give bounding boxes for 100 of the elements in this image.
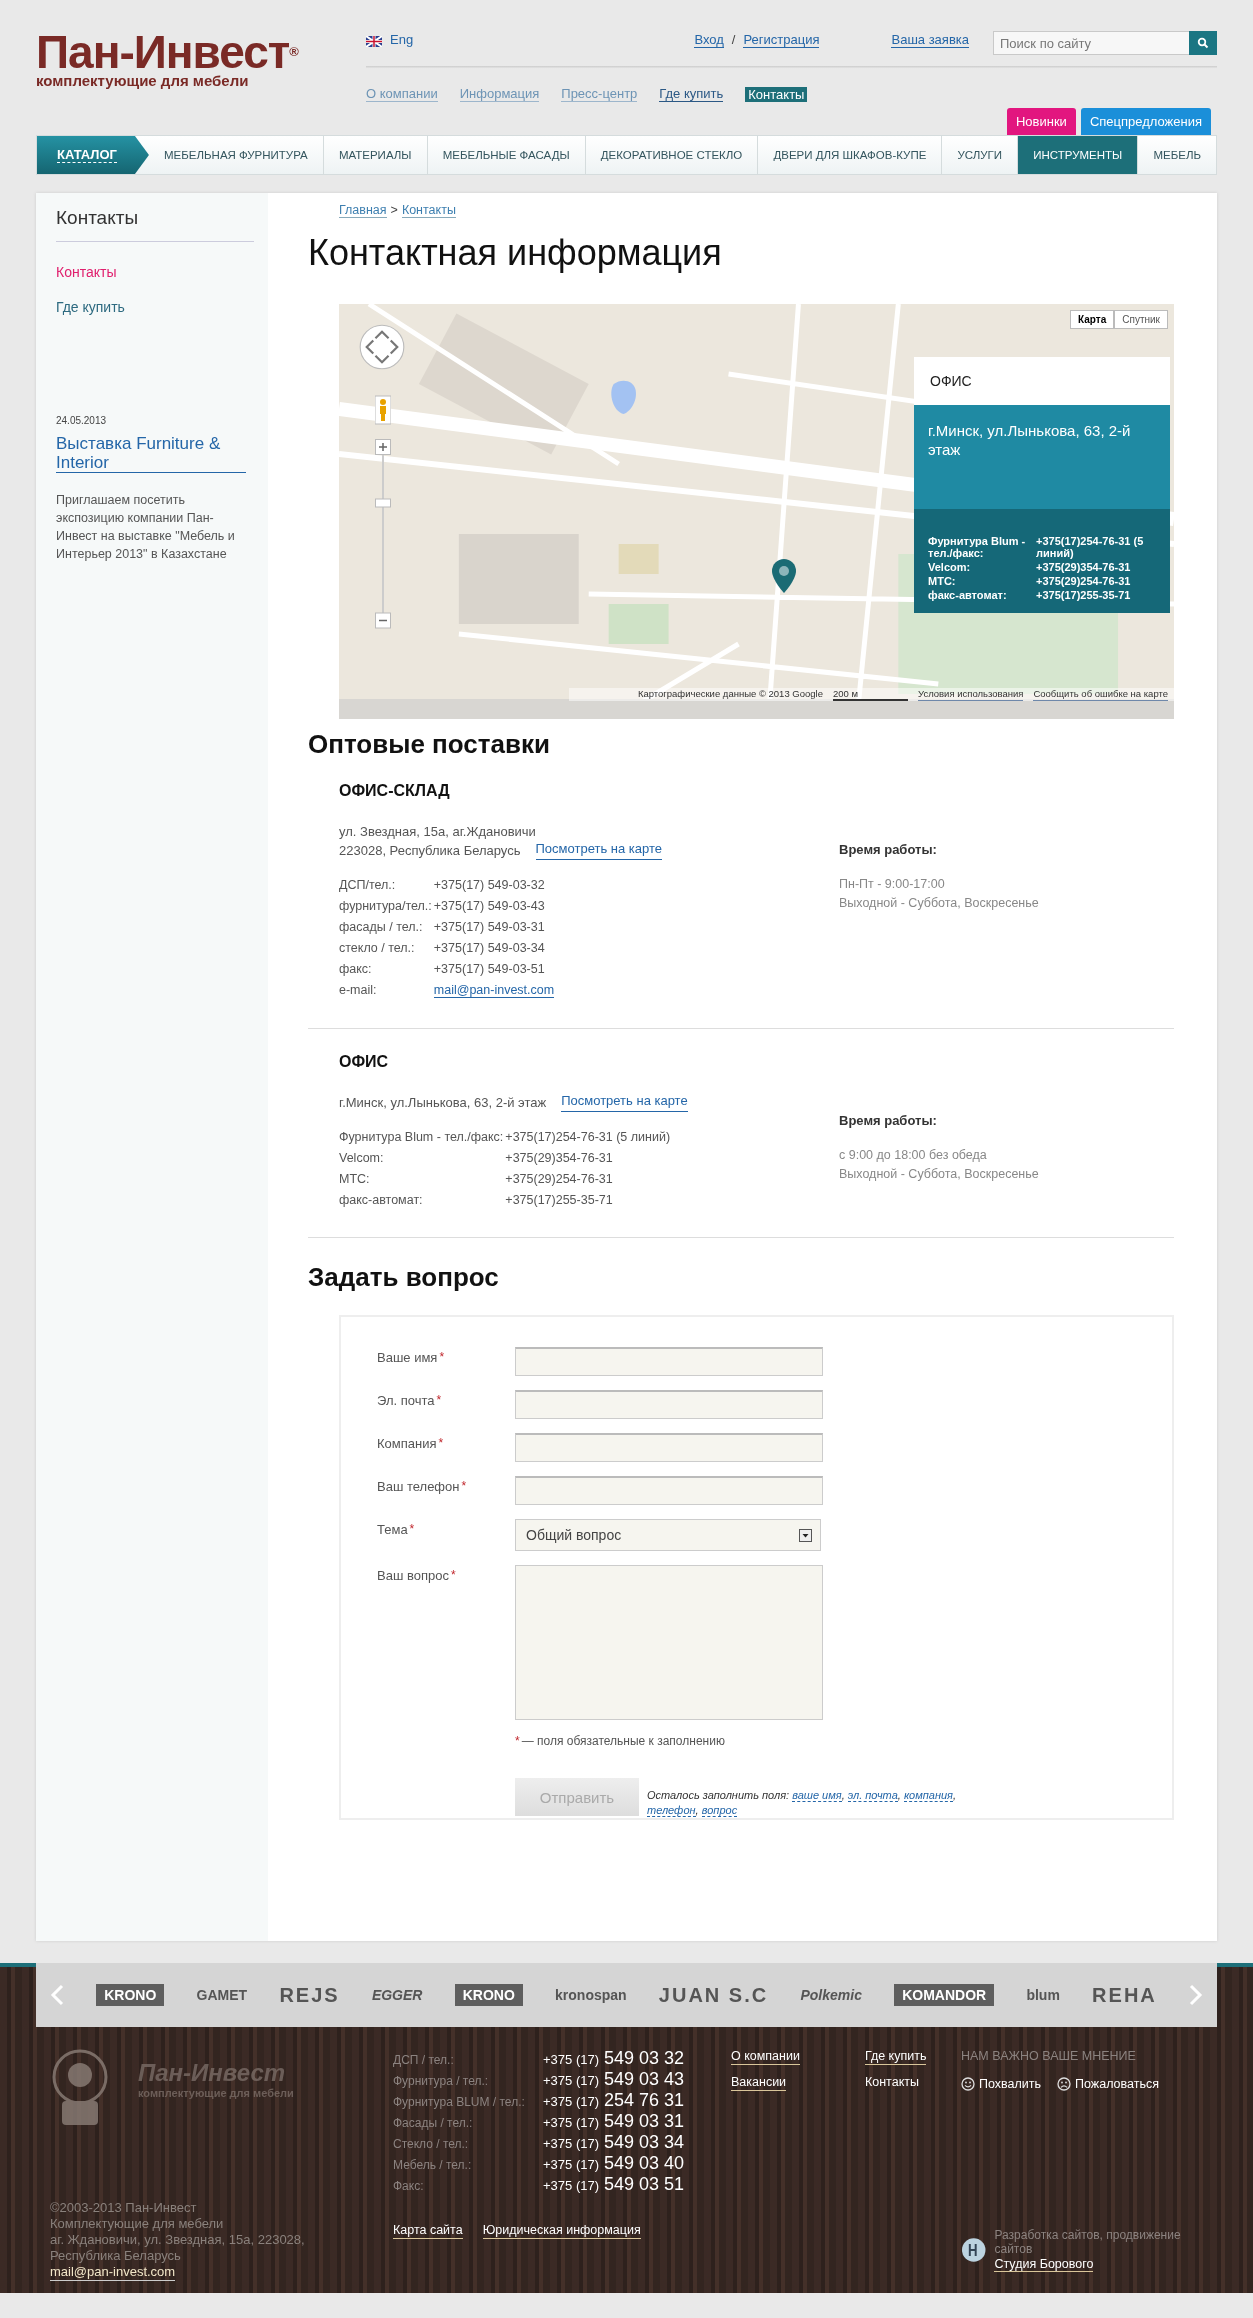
catalog-nav-tab[interactable]: ДВЕРИ ДЛЯ ШКАФОВ-КУПЕ [757,136,942,174]
input-field[interactable] [515,1347,823,1376]
email-link[interactable]: mail@pan-invest.com [433,983,555,998]
footer-link[interactable]: Вакансии [731,2075,787,2091]
language-link[interactable]: Eng [390,32,414,47]
catalog-nav-tab[interactable]: МЕБЕЛЬНЫЕ ФАСАДЫ [426,136,585,174]
copyright-text: Комплектующие для мебели [50,2216,225,2232]
developer-link[interactable]: Студия Борового [994,2257,1094,2272]
sidebar-item[interactable]: Контакты [56,264,248,280]
phone-label: Стекло / тел.: [393,2137,470,2151]
map-type-button[interactable]: Спутник [1114,310,1168,329]
catalog-nav-tab[interactable]: МЕБЕЛЬ [1137,136,1217,174]
list-separator: , [695,1804,699,1816]
brand-logo[interactable]: EGGER [371,1987,423,2003]
phone-label: ДСП / тел.: [393,2053,455,2067]
footer-link[interactable]: Где купить [864,2049,927,2065]
phone-number: +375(17) 549-03-34 [433,941,545,955]
footer-link[interactable]: Контакты [864,2075,919,2090]
brand-logo[interactable]: KRONO [96,1984,165,2006]
map-terms-link[interactable]: Условия использования [918,688,1024,701]
map-pan-icon[interactable] [358,323,406,371]
list-separator: , [953,1789,957,1801]
catalog-nav-tab[interactable]: МАТЕРИАЛЫ [322,136,427,174]
brand-logo[interactable]: KRONO [454,1984,523,2006]
remaining-field-link[interactable]: ваше имя [792,1789,842,1802]
zoom-slider-icon[interactable] [375,439,391,629]
brand-logo[interactable]: KOMANDOR [894,1984,995,2006]
complain-link[interactable]: Пожаловаться [1075,2077,1159,2091]
company-logo[interactable]: Пан-Инвест$^{®}$ комплектующие для мебели [36,30,366,102]
footer-link[interactable]: Юридическая информация [482,2223,641,2239]
login-link[interactable]: Вход [694,32,724,48]
news-title-link[interactable]: Выставка Furniture & Interior [56,434,246,473]
promo-tab[interactable]: Спецпредложения [1080,108,1211,135]
map-report-link[interactable]: Сообщить об ошибке на карте [1033,688,1168,701]
map-link[interactable]: Посмотреть на карте [535,841,662,860]
phone-label: факс: [339,962,373,976]
phone-label: e-mail: [339,983,378,998]
section-title: Задать вопрос [308,1262,500,1293]
brand-logo[interactable]: REHA [1092,1983,1157,2007]
required-note: — поля обязательные к заполнению [521,1734,725,1748]
map-scale: 200 м [832,688,908,701]
search-button[interactable] [1189,31,1217,55]
brand-logo[interactable]: blum [1026,1987,1060,2003]
question-textarea[interactable] [515,1565,823,1720]
phone-number: +375 (17) 549 03 40 [543,2154,686,2174]
news-date: 24.05.2013 [56,415,108,426]
phone-number: +375 (17) 549 03 34 [543,2133,686,2153]
separator-text: / [731,32,736,47]
phone-label: Velcom: [339,1151,385,1165]
required-mark: * [461,1479,467,1493]
footer-link[interactable]: Карта сайта [393,2223,463,2239]
phone-label: факс-автомат: [339,1193,424,1207]
remaining-field-link[interactable]: эл. почта [847,1789,898,1802]
promo-tab[interactable]: Новинки [1006,108,1076,135]
brand-logo[interactable]: GAMET [196,1987,248,2003]
phone-number: +375 (17) 549 03 32 [543,2049,686,2069]
phone-label: фурнитура/тел.: [339,899,433,913]
catalog-tab[interactable]: КАТАЛОГ [37,136,149,174]
phone-label: Фурнитура BLUM / тел.: [393,2095,526,2109]
flag-icon [366,36,382,47]
register-link[interactable]: Регистрация [743,32,820,48]
input-field[interactable] [515,1390,823,1419]
required-mark: * [438,1436,444,1450]
input-field[interactable] [515,1476,823,1505]
working-hours: Пн-Пт - 9:00-17:00 [839,876,946,893]
remaining-field-link[interactable]: компания [903,1789,953,1802]
brand-logo[interactable]: REJS [279,1983,340,2007]
brand-logo[interactable]: JUAN S.C [658,1983,769,2007]
catalog-nav-tab[interactable]: ИНСТРУМЕНТЫ [1017,136,1138,174]
office-name: ОФИС [339,1053,390,1071]
field-label: Тема [377,1522,408,1537]
breadcrumb-link[interactable]: Главная [339,203,387,218]
phone-number: +375(17) 549-03-32 [433,878,545,892]
map-link[interactable]: Посмотреть на карте [561,1093,688,1112]
pegman-icon[interactable] [375,395,391,425]
map-type-button[interactable]: Карта [1070,310,1115,329]
remaining-field-link[interactable]: вопрос [701,1804,738,1817]
top-nav-link[interactable]: Где купить [659,86,724,102]
copyright-text: ©2003-2013 Пан-Инвест [50,2200,198,2216]
office-address: г.Минск, ул.Лынькова, 63, 2-й этаж [339,1094,547,1112]
brand-logo[interactable]: kronospan [555,1987,627,2003]
sidebar-item[interactable]: Где купить [56,299,248,315]
phone-number: +375(17)254-76-31 (5 линий) [505,1130,671,1144]
remaining-field-link[interactable]: телефон [647,1804,696,1817]
breadcrumb-link[interactable]: Контакты [401,203,456,218]
topic-dropdown[interactable]: Общий вопрос [515,1519,821,1551]
email-link[interactable]: mail@pan-invest.com [50,2264,176,2281]
phone-label: стекло / тел.: [339,941,416,955]
catalog-nav-tab[interactable]: ДЕКОРАТИВНОЕ СТЕКЛО [584,136,758,174]
top-nav-link[interactable]: Контакты [745,86,808,102]
copyright-text: аг. Ждановичи, ул. Звездная, 15а, 223028, [50,2232,306,2248]
input-field[interactable] [515,1433,823,1462]
request-link[interactable]: Ваша заявка [891,32,969,48]
brand-logo[interactable]: Polkemic [800,1987,862,2003]
search-field[interactable]: Поиск по сайту [993,31,1189,55]
catalog-nav-tab[interactable]: МЕБЕЛЬНАЯ ФУРНИТУРА [148,136,323,174]
praise-link[interactable]: Похвалить [979,2077,1041,2091]
phone-number: +375(29)254-76-31 [505,1172,613,1186]
phone-label: ДСП/тел.: [339,878,397,892]
footer-link[interactable]: О компании [731,2049,800,2065]
